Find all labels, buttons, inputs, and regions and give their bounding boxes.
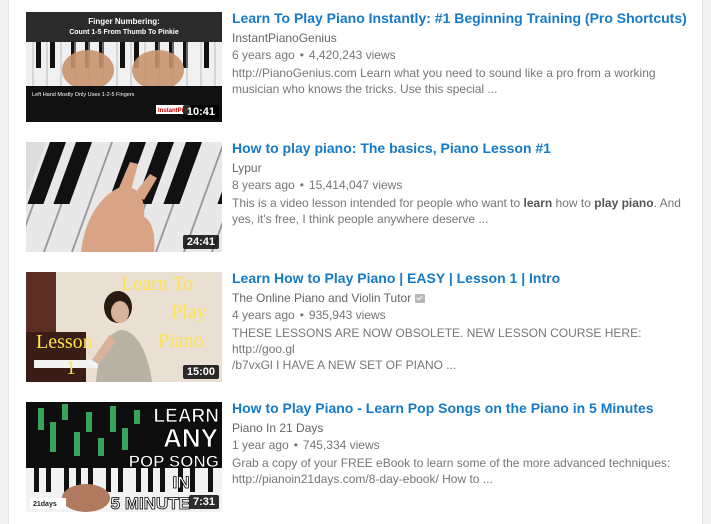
video-title-link[interactable]: How to play piano: The basics, Piano Les…: [232, 139, 687, 157]
upload-age: 6 years ago: [232, 48, 295, 62]
channel-name-link[interactable]: InstantPianoGenius: [232, 30, 687, 46]
thumb-text-play: Play: [171, 301, 207, 323]
video-duration-badge: 15:00: [182, 365, 219, 379]
video-description: THESE LESSONS ARE NOW OBSOLETE. NEW LESS…: [232, 325, 682, 373]
video-info: Learn How to Play Piano | EASY | Lesson …: [232, 269, 687, 373]
meta-separator: •: [299, 308, 304, 322]
description-text: . And: [653, 196, 681, 210]
channel-name: InstantPianoGenius: [232, 31, 337, 45]
video-description: This is a video lesson intended for peop…: [232, 195, 682, 227]
channel-name: Piano In 21 Days: [232, 421, 324, 435]
video-meta: 1 year ago • 745,334 views: [232, 437, 687, 453]
description-text: This is a video lesson intended for peop…: [232, 196, 524, 210]
thumb-text-number: 1: [66, 357, 76, 379]
view-count: 15,414,047 views: [308, 178, 403, 192]
upload-age: 4 years ago: [232, 308, 295, 322]
upload-age: 1 year ago: [232, 438, 289, 452]
video-duration-badge: 7:31: [188, 495, 219, 509]
search-term-highlight: play piano: [594, 196, 654, 210]
video-thumbnail[interactable]: Finger Numbering: Count 1-5 From Thumb T…: [26, 12, 222, 122]
description-line: Grab a copy of your FREE eBook to learn …: [232, 456, 671, 470]
video-thumbnail[interactable]: LEARN ANY POP SONG IN 5 MINUTE 21days 7:…: [26, 402, 222, 512]
video-description: http://PianoGenius.com Learn what you ne…: [232, 65, 682, 97]
search-term-highlight: learn: [523, 196, 553, 210]
channel-name-link[interactable]: Piano In 21 Days: [232, 420, 687, 436]
description-line: http://PianoGenius.com Learn what you ne…: [232, 66, 656, 80]
video-info: How to Play Piano - Learn Pop Songs on t…: [232, 399, 687, 487]
video-duration-badge: 10:41: [182, 105, 219, 119]
thumb-caption-line1: Finger Numbering:: [88, 17, 160, 26]
channel-name-link[interactable]: The Online Piano and Violin Tutor: [232, 290, 687, 306]
video-thumbnail[interactable]: 24:41: [26, 142, 222, 252]
video-result: Finger Numbering: Count 1-5 From Thumb T…: [26, 9, 687, 124]
video-result: Learn To Play Piano Lesson 1 15:00 Learn…: [26, 269, 687, 384]
view-count: 935,943 views: [308, 308, 386, 322]
thumb-text-any: ANY: [163, 423, 218, 453]
thumb-text-in: IN: [173, 473, 190, 492]
thumb-text-pop-song: POP SONG: [129, 452, 219, 471]
thumb-logo-text: InstantPi: [158, 108, 184, 114]
view-count: 745,334 views: [302, 438, 380, 452]
video-meta: 8 years ago • 15,414,047 views: [232, 177, 687, 193]
video-result: 24:41 How to play piano: The basics, Pia…: [26, 139, 687, 254]
channel-name: Lypur: [232, 161, 262, 175]
verified-badge-icon: [415, 294, 426, 303]
video-info: Learn To Play Piano Instantly: #1 Beginn…: [232, 9, 687, 97]
thumb-text-piano: Piano: [158, 330, 204, 352]
thumb-text-lesson: Lesson: [36, 331, 93, 353]
video-info: How to play piano: The basics, Piano Les…: [232, 139, 687, 227]
channel-name-link[interactable]: Lypur: [232, 160, 687, 176]
video-meta: 4 years ago • 935,943 views: [232, 307, 687, 323]
video-title-link[interactable]: Learn To Play Piano Instantly: #1 Beginn…: [232, 9, 687, 27]
meta-separator: •: [299, 48, 304, 62]
thumb-text-5-minute: 5 MINUTE: [111, 494, 190, 512]
video-title-link[interactable]: How to Play Piano - Learn Pop Songs on t…: [232, 399, 687, 417]
search-results-list: Finger Numbering: Count 1-5 From Thumb T…: [8, 0, 703, 524]
description-text: how to: [552, 196, 595, 210]
meta-separator: •: [293, 438, 298, 452]
thumb-logo-text: 21days: [33, 501, 57, 508]
meta-separator: •: [299, 178, 304, 192]
thumb-caption-line2: Count 1-5 From Thumb To Pinkie: [69, 29, 179, 36]
description-line: musician who knows the tricks. Use this …: [232, 82, 498, 96]
description-line: /b7vxGl I HAVE A NEW SET OF PIANO ...: [232, 358, 457, 372]
upload-age: 8 years ago: [232, 178, 295, 192]
channel-name: The Online Piano and Violin Tutor: [232, 291, 412, 305]
video-thumbnail[interactable]: Learn To Play Piano Lesson 1 15:00: [26, 272, 222, 382]
thumb-text-learn-to: Learn To: [121, 273, 193, 295]
thumb-footer-text: Left Hand Mostly Only Uses 1-2-5 Fingers: [32, 92, 135, 98]
description-line: THESE LESSONS ARE NOW OBSOLETE. NEW LESS…: [232, 326, 642, 356]
description-line: yes, it's free, I think people anywhere …: [232, 212, 489, 226]
video-title-link[interactable]: Learn How to Play Piano | EASY | Lesson …: [232, 269, 687, 287]
description-line: http://pianoin21days.com/8-day-ebook/ Ho…: [232, 472, 493, 486]
video-duration-badge: 24:41: [182, 235, 219, 249]
view-count: 4,420,243 views: [308, 48, 396, 62]
video-meta: 6 years ago • 4,420,243 views: [232, 47, 687, 63]
video-description: Grab a copy of your FREE eBook to learn …: [232, 455, 682, 487]
video-result: LEARN ANY POP SONG IN 5 MINUTE 21days 7:…: [26, 399, 687, 514]
